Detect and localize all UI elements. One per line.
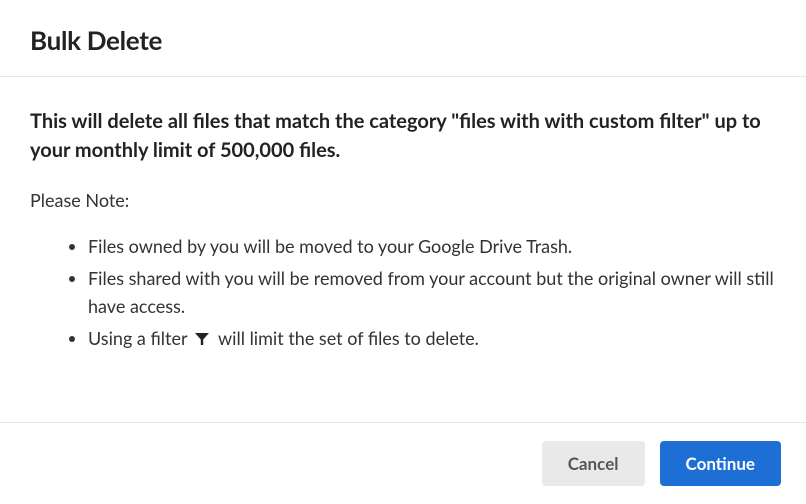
- dialog-header: Bulk Delete: [0, 0, 806, 76]
- continue-button[interactable]: Continue: [660, 441, 782, 486]
- delete-warning-text: This will delete all files that match th…: [30, 107, 776, 165]
- dialog-body: This will delete all files that match th…: [0, 77, 806, 389]
- filter-icon: [194, 327, 210, 355]
- list-item: Using a filter will limit the set of fil…: [88, 325, 776, 355]
- dialog-title: Bulk Delete: [30, 24, 776, 56]
- note-list: Files owned by you will be moved to your…: [30, 233, 776, 355]
- dialog-footer: Cancel Continue: [0, 422, 806, 504]
- list-item: Files shared with you will be removed fr…: [88, 265, 776, 321]
- note-text-suffix: will limit the set of files to delete.: [218, 327, 479, 349]
- please-note-label: Please Note:: [30, 189, 776, 211]
- note-text-prefix: Using a filter: [88, 327, 187, 349]
- cancel-button[interactable]: Cancel: [542, 441, 645, 486]
- list-item: Files owned by you will be moved to your…: [88, 233, 776, 261]
